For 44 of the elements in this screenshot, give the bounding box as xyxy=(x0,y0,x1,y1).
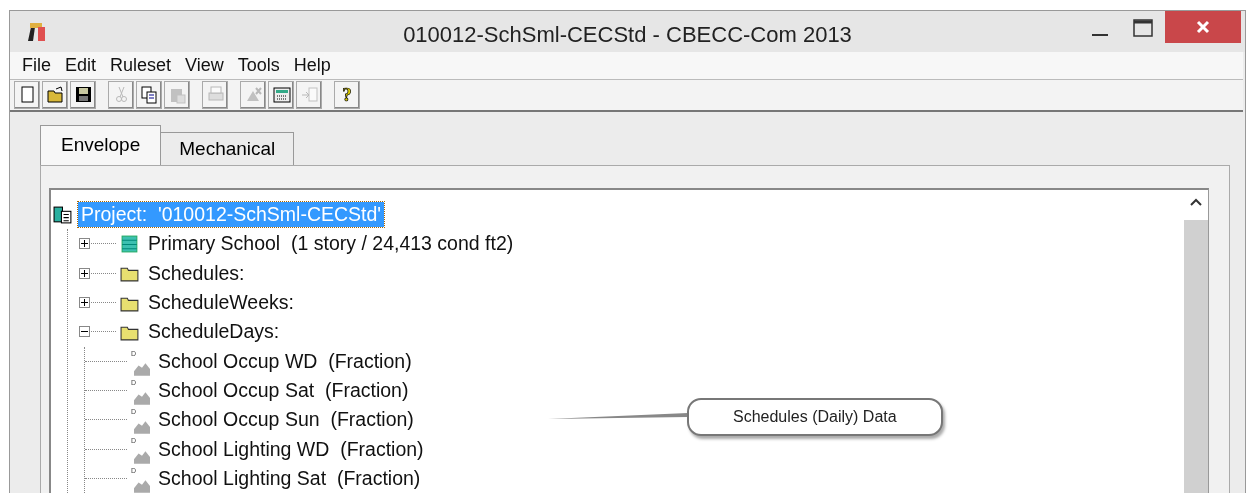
expand-toggle[interactable] xyxy=(79,267,90,279)
question-mark-icon: ? xyxy=(342,85,352,105)
tree-item[interactable]: School Lighting WD (Fraction) xyxy=(155,436,427,462)
expand-toggle[interactable] xyxy=(79,238,90,250)
plus-icon xyxy=(81,269,88,277)
plus-icon xyxy=(81,299,88,307)
toolbar-button[interactable] xyxy=(42,80,68,109)
close-button[interactable] xyxy=(1165,11,1241,43)
calculator-icon xyxy=(271,85,291,105)
tab[interactable]: Mechanical xyxy=(160,132,295,166)
folder-icon xyxy=(45,85,65,105)
menu-item[interactable]: File xyxy=(16,54,59,76)
menu-item[interactable]: Edit xyxy=(59,54,105,76)
arrow-into-document-icon xyxy=(299,85,319,105)
expand-toggle[interactable] xyxy=(79,297,90,309)
close-icon[interactable] xyxy=(1196,20,1210,34)
copy-icon xyxy=(139,85,159,105)
menu-item[interactable]: Tools xyxy=(231,54,288,76)
tree-item[interactable]: School Lighting Sat (Fraction) xyxy=(155,465,424,491)
building-stack-icon xyxy=(120,233,140,254)
callout-label: Schedules (Daily) Data xyxy=(687,398,943,436)
tab[interactable]: Envelope xyxy=(40,125,162,166)
menu-item[interactable]: Help xyxy=(287,54,339,76)
plus-icon xyxy=(81,240,88,248)
schedule-graph-icon xyxy=(134,392,151,406)
tree-item[interactable]: School Occup Sat (Fraction) xyxy=(155,377,412,403)
tree-item[interactable]: Primary School (1 story / 24,413 cond ft2) xyxy=(145,231,517,257)
schedule-graph-icon xyxy=(134,362,151,376)
tree-item[interactable]: School Occup WD (Fraction) xyxy=(155,348,415,374)
maximize-icon[interactable] xyxy=(1133,19,1153,37)
collapse-toggle[interactable] xyxy=(79,326,90,338)
project-icon xyxy=(53,204,73,225)
toolbar-button[interactable] xyxy=(70,80,96,109)
menu-item[interactable]: Ruleset xyxy=(104,54,180,76)
schedule-graph-icon xyxy=(134,421,151,435)
tree-item[interactable]: ScheduleWeeks: xyxy=(145,290,297,316)
tree-item[interactable]: Schedules: xyxy=(145,260,248,286)
app-logo-icon xyxy=(26,20,48,43)
schedule-graph-icon xyxy=(134,450,151,464)
menu-item[interactable]: View xyxy=(179,54,232,76)
window-title: 010012-SchSml-CECStd - CBECC-Com 2013 xyxy=(402,22,853,48)
tree-item[interactable]: ScheduleDays: xyxy=(145,319,283,345)
schedule-graph-icon xyxy=(134,480,151,493)
tree-item[interactable]: School Occup Sun (Fraction) xyxy=(155,407,417,433)
